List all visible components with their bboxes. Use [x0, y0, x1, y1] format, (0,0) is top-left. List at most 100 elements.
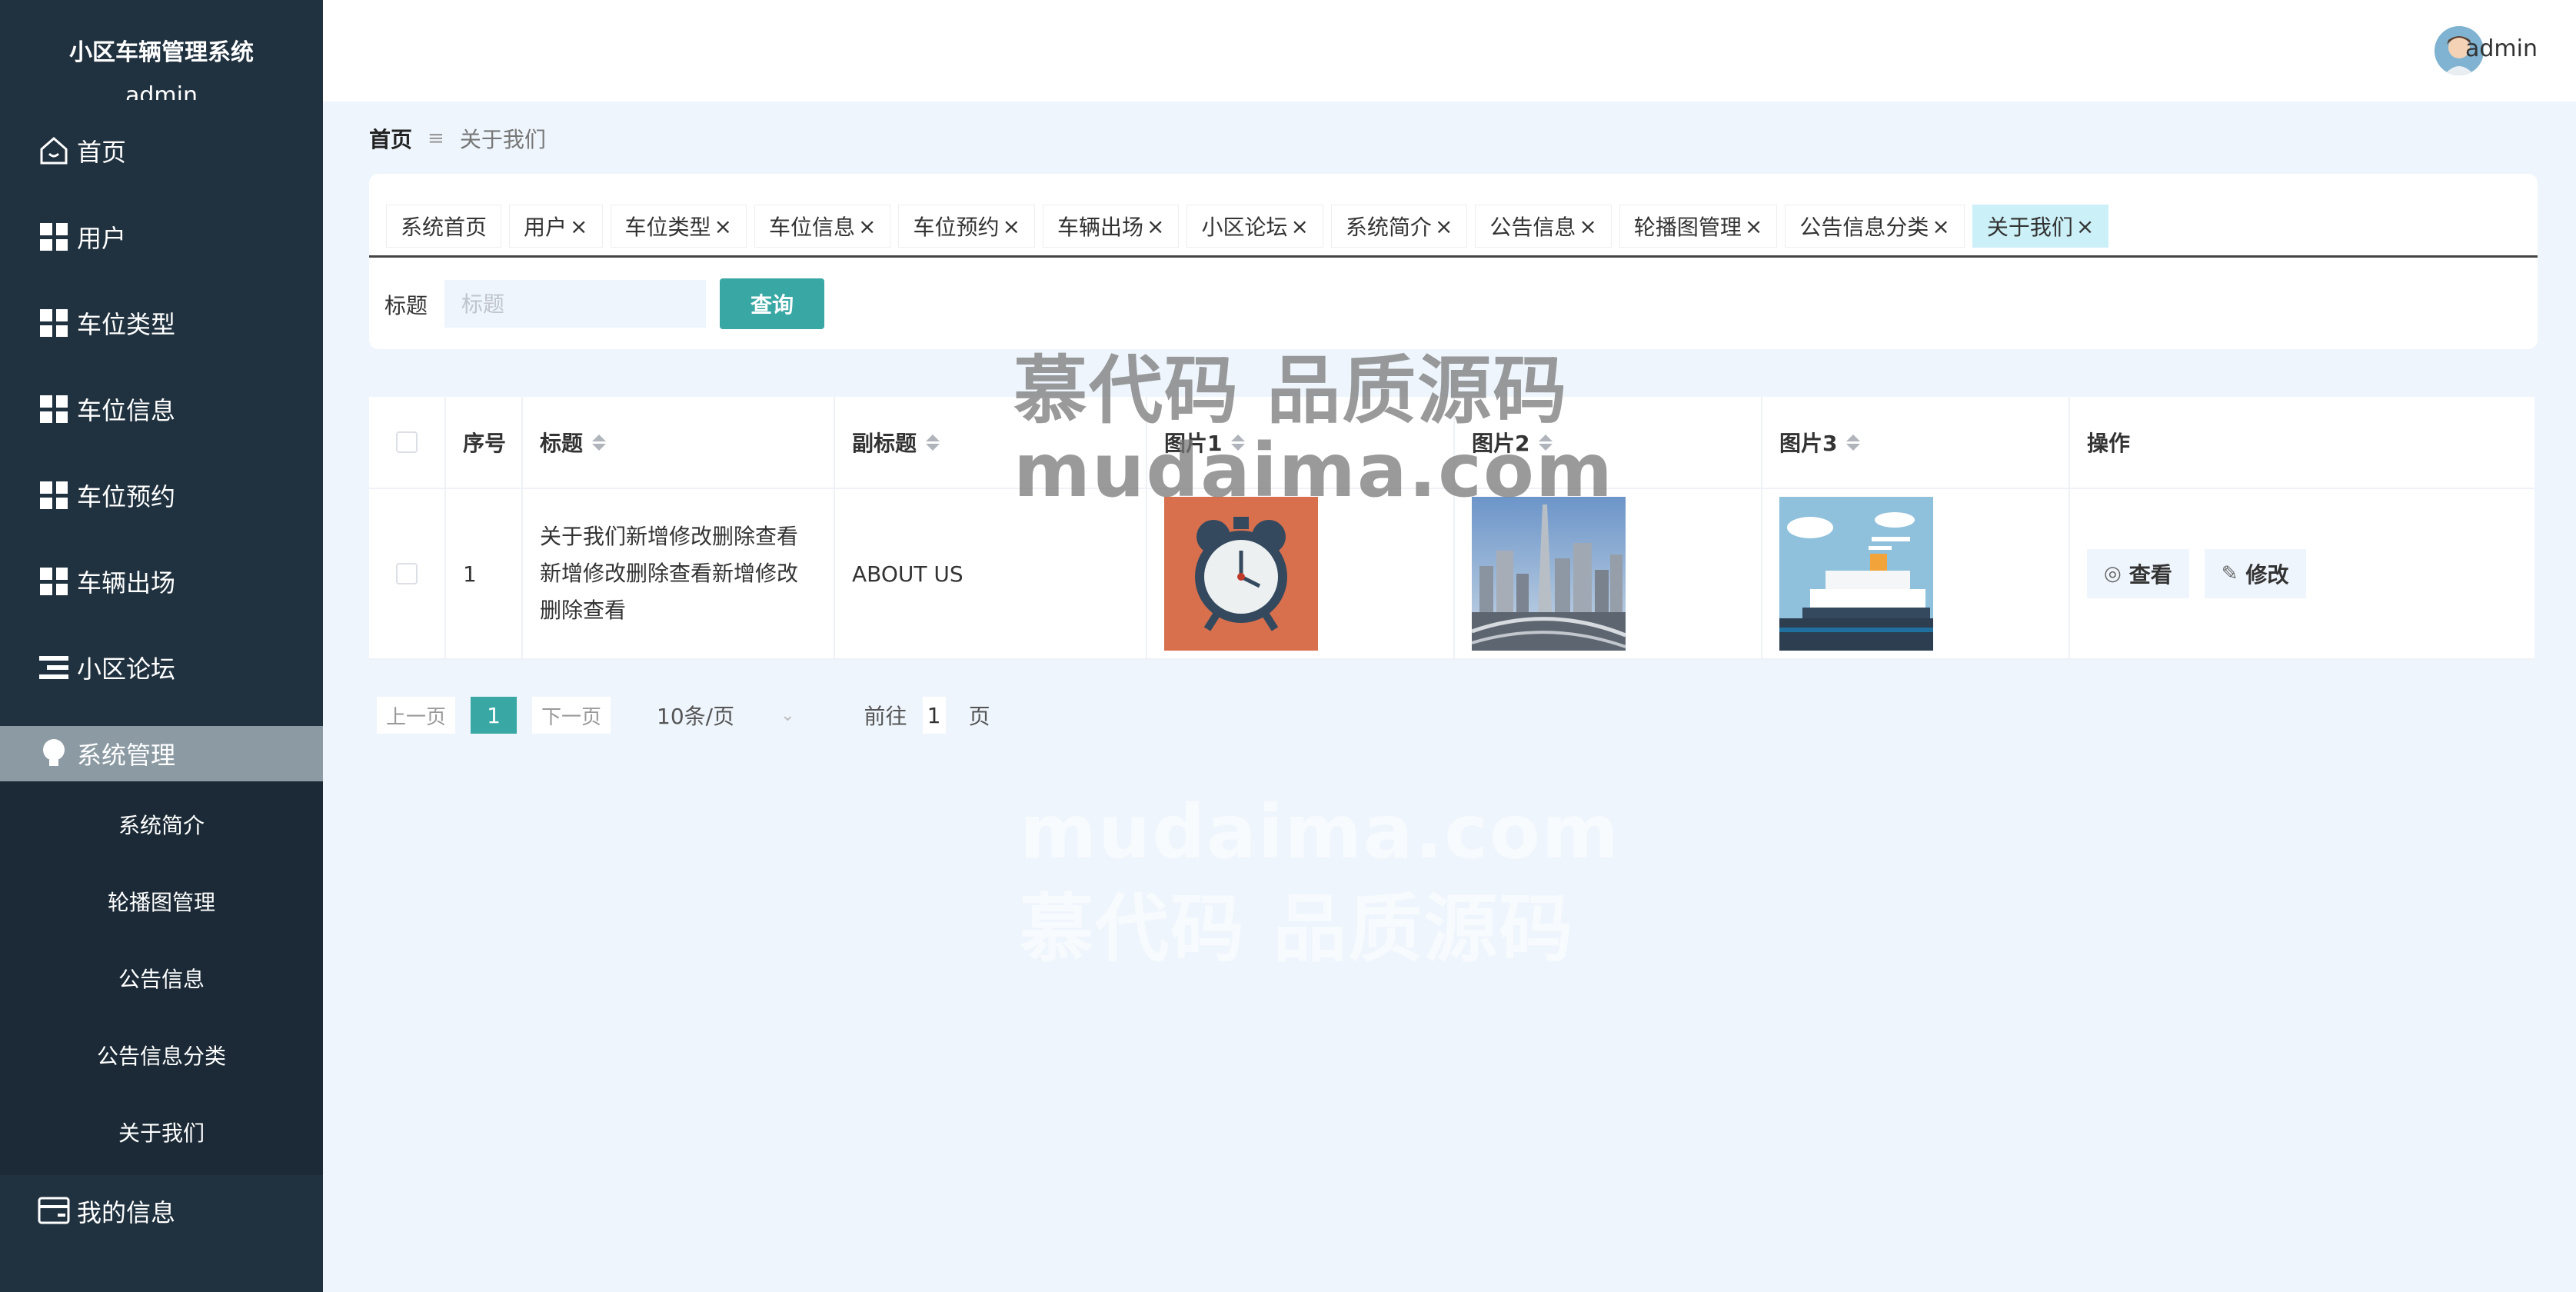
- sidebar-item-parking-type[interactable]: 车位类型: [0, 280, 323, 366]
- page-size-select[interactable]: 10条/页 ⌄: [657, 700, 795, 731]
- sidebar-item-label: 车位类型: [77, 310, 176, 339]
- submenu-item-about-us[interactable]: 关于我们: [0, 1094, 323, 1170]
- sidebar-item-label: 车位预约: [77, 482, 176, 511]
- prev-page-button[interactable]: 上一页: [377, 697, 456, 734]
- select-all-checkbox[interactable]: [396, 431, 418, 453]
- tab-label: 车位预约: [913, 215, 1000, 240]
- query-button[interactable]: 查询: [720, 278, 824, 329]
- sort-icon[interactable]: [926, 434, 940, 451]
- page-number-current[interactable]: 1: [471, 697, 518, 734]
- page-suffix: 页: [968, 704, 990, 729]
- tab-users[interactable]: 用户 ×: [509, 205, 603, 248]
- sidebar-item-label: 我的信息: [77, 1198, 176, 1227]
- card-icon: [37, 1194, 71, 1227]
- tab-notice[interactable]: 公告信息 ×: [1475, 205, 1612, 248]
- edit-icon: ✎: [2221, 562, 2238, 585]
- sort-icon[interactable]: [592, 434, 607, 451]
- row-checkbox[interactable]: [396, 563, 418, 584]
- sidebar-item-forum[interactable]: 小区论坛: [0, 624, 323, 711]
- sidebar-item-label: 系统管理: [77, 741, 176, 770]
- tab-vehicle-exit[interactable]: 车辆出场 ×: [1042, 205, 1180, 248]
- header-username[interactable]: admin: [2465, 35, 2538, 62]
- grid-icon: [37, 564, 71, 598]
- tab-label: 公告信息: [1489, 215, 1576, 240]
- tab-parking-type[interactable]: 车位类型 ×: [610, 205, 747, 248]
- close-icon[interactable]: ×: [1579, 214, 1596, 239]
- view-button[interactable]: ◎ 查看: [2087, 549, 2189, 598]
- view-label: 查看: [2128, 562, 2172, 588]
- sidebar: 小区车辆管理系统 admin 首页 用户 车位类型 车位信息 车位预约 车辆出场…: [0, 0, 323, 1292]
- table-row: 1 关于我们新增修改删除查看新增修改删除查看新增修改删除查看 ABOUT US: [369, 489, 2534, 660]
- tab-system-intro[interactable]: 系统简介 ×: [1330, 205, 1468, 248]
- tab-forum[interactable]: 小区论坛 ×: [1186, 205, 1323, 248]
- page-size-value: 10条/页: [657, 704, 735, 729]
- tab-label: 小区论坛: [1201, 215, 1288, 240]
- top-bar: admin: [323, 0, 2576, 102]
- title-search-input[interactable]: [444, 280, 706, 328]
- tab-divider: [369, 255, 2538, 258]
- close-icon[interactable]: ×: [1932, 214, 1949, 239]
- sidebar-item-vehicle-exit[interactable]: 车辆出场: [0, 538, 323, 624]
- column-header-title[interactable]: 标题: [523, 397, 835, 488]
- tab-notice-category[interactable]: 公告信息分类 ×: [1785, 205, 1965, 248]
- grid-icon: [37, 478, 71, 512]
- sidebar-item-system[interactable]: 系统管理: [0, 726, 323, 781]
- sidebar-item-users[interactable]: 用户: [0, 194, 323, 280]
- tab-label: 系统简介: [1345, 215, 1432, 240]
- breadcrumb-home[interactable]: 首页: [369, 123, 412, 154]
- city-skyline-image[interactable]: [1472, 497, 1626, 651]
- sidebar-item-parking-reservation[interactable]: 车位预约: [0, 452, 323, 538]
- column-header-label: 图片3: [1779, 431, 1838, 456]
- grid-icon: [37, 392, 71, 426]
- close-icon[interactable]: ×: [570, 214, 587, 239]
- column-header-image3[interactable]: 图片3: [1762, 397, 2070, 488]
- tab-parking-info[interactable]: 车位信息 ×: [754, 205, 891, 248]
- close-icon[interactable]: ×: [2076, 214, 2094, 239]
- submenu-item-carousel[interactable]: 轮播图管理: [0, 863, 323, 940]
- tab-label: 系统首页: [401, 215, 488, 240]
- column-header-label: 标题: [540, 431, 584, 456]
- edit-button[interactable]: ✎ 修改: [2204, 549, 2306, 598]
- close-icon[interactable]: ×: [1147, 214, 1164, 239]
- tab-about-us[interactable]: 关于我们 ×: [1972, 205, 2109, 248]
- ship-image[interactable]: [1779, 497, 1933, 651]
- watermark-faint-line1: 慕代码 品质源码: [1020, 886, 1575, 972]
- close-icon[interactable]: ×: [1002, 214, 1020, 239]
- sidebar-item-label: 车辆出场: [77, 568, 176, 598]
- bulb-icon: [37, 737, 71, 771]
- next-page-button[interactable]: 下一页: [532, 697, 611, 734]
- row-title: 关于我们新增修改删除查看新增修改删除查看新增修改删除查看: [540, 524, 799, 623]
- pagination: 上一页 1 下一页 10条/页 ⌄ 前往 1 页: [377, 697, 990, 734]
- close-icon[interactable]: ×: [714, 214, 732, 239]
- row-index: 1: [446, 489, 523, 658]
- row-image2-cell: [1455, 489, 1762, 658]
- sidebar-item-label: 车位信息: [77, 396, 176, 425]
- grid-icon: [37, 306, 71, 340]
- sidebar-item-parking-info[interactable]: 车位信息: [0, 366, 323, 452]
- tab-label: 公告信息分类: [1799, 215, 1929, 240]
- goto-label: 前往: [864, 704, 907, 729]
- tab-carousel[interactable]: 轮播图管理 ×: [1619, 205, 1778, 248]
- watermark-line1: 慕代码 品质源码: [1013, 348, 1569, 434]
- sidebar-item-home[interactable]: 首页: [0, 108, 323, 194]
- close-icon[interactable]: ×: [1290, 214, 1308, 239]
- row-actions-cell: ◎ 查看 ✎ 修改: [2070, 489, 2534, 658]
- close-icon[interactable]: ×: [1435, 214, 1453, 239]
- submenu-item-notice-category[interactable]: 公告信息分类: [0, 1017, 323, 1094]
- goto-page-input[interactable]: 1: [922, 697, 946, 734]
- row-title-cell: 关于我们新增修改删除查看新增修改删除查看新增修改删除查看: [523, 489, 835, 658]
- row-select-cell: [369, 489, 446, 658]
- alarm-clock-image[interactable]: [1164, 497, 1318, 651]
- submenu-item-system-intro[interactable]: 系统简介: [0, 786, 323, 863]
- sidebar-item-label: 首页: [77, 138, 127, 167]
- sidebar-item-my-info[interactable]: 我的信息: [0, 1175, 323, 1292]
- close-icon[interactable]: ×: [858, 214, 876, 239]
- tab-label: 车位类型: [624, 215, 711, 240]
- tab-parking-reservation[interactable]: 车位预约 ×: [898, 205, 1035, 248]
- close-icon[interactable]: ×: [1745, 214, 1762, 239]
- chevron-down-icon: ⌄: [780, 705, 795, 725]
- sort-icon[interactable]: [1846, 434, 1861, 451]
- column-header-index: 序号: [446, 397, 523, 488]
- tab-system-home[interactable]: 系统首页: [386, 205, 502, 248]
- submenu-item-notice[interactable]: 公告信息: [0, 940, 323, 1017]
